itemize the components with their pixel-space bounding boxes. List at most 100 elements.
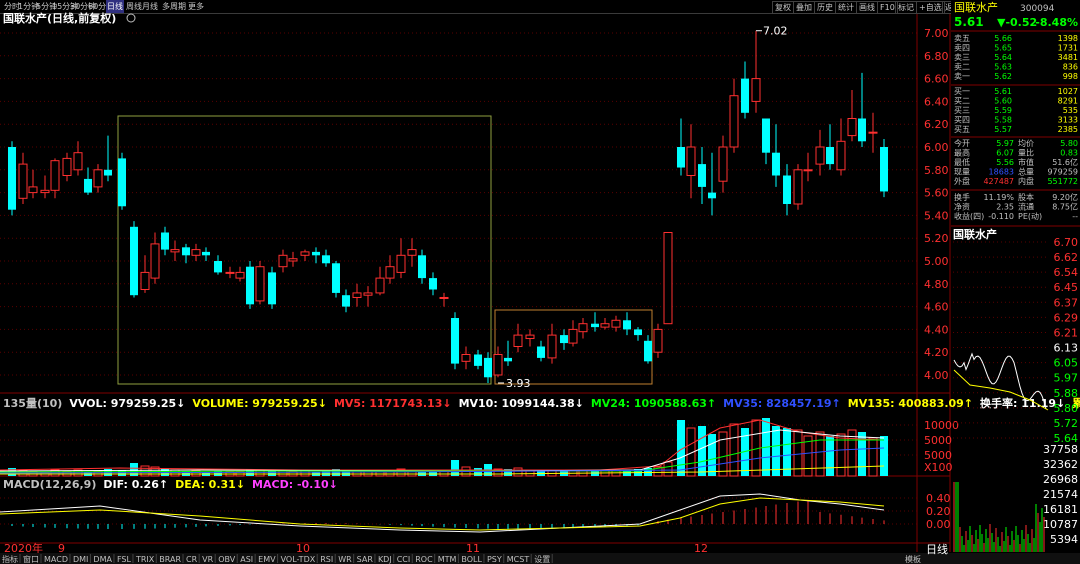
- candle-body: [611, 319, 621, 328]
- indicator-tab-15[interactable]: WR: [338, 555, 352, 564]
- candle-body: [255, 266, 265, 302]
- sell-price: 5.65: [994, 44, 1012, 53]
- sell-volume: 998: [1063, 72, 1078, 81]
- stat-value: 0.83: [1060, 149, 1078, 158]
- indicator-tab-20[interactable]: MTM: [438, 555, 457, 564]
- stat-label: 现量: [954, 168, 970, 177]
- indicator-tab-23[interactable]: MCST: [507, 555, 530, 564]
- candle-body: [352, 292, 362, 298]
- candle-body: [537, 346, 545, 358]
- indicator-tab-16[interactable]: SAR: [357, 555, 374, 564]
- indicator-tab-24[interactable]: 设置: [534, 554, 550, 564]
- indicator-tab-21[interactable]: BOLL: [461, 555, 482, 564]
- stat-label: 收益(四): [954, 211, 984, 221]
- indicator-tab-22[interactable]: PSY: [487, 555, 502, 564]
- indicator-tab-7[interactable]: BRAR: [159, 555, 181, 564]
- candle-body: [170, 249, 180, 253]
- stat-label: 量比: [1018, 148, 1034, 158]
- order-book-label: 卖二: [954, 63, 970, 72]
- mini-price-axis-label: 5.97: [1054, 372, 1079, 385]
- indicator-tab-19[interactable]: ROC: [415, 555, 433, 564]
- order-book-label: 买一: [954, 87, 970, 96]
- candle-body: [653, 328, 663, 353]
- template-button[interactable]: 模板: [905, 554, 921, 564]
- candle-body: [718, 146, 728, 182]
- volume-bar: [611, 470, 621, 477]
- candle-body: [130, 226, 138, 296]
- macd-indicator-value: MACD(12,26,9): [3, 478, 96, 491]
- indicator-tab-5[interactable]: FSL: [117, 555, 132, 564]
- buy-volume: 8291: [1058, 97, 1078, 106]
- candle-body: [342, 295, 350, 307]
- sell-price: 5.63: [994, 63, 1012, 72]
- price-axis-label: 5.80: [924, 164, 949, 177]
- indicator-tab-4[interactable]: DMA: [93, 555, 112, 564]
- volume-bar: [474, 468, 482, 476]
- stat-label: PE(动): [1018, 211, 1042, 221]
- candle-body: [161, 232, 169, 250]
- volume-bar: [868, 437, 878, 477]
- indicator-tab-2[interactable]: MACD: [44, 555, 68, 564]
- indicator-tab-17[interactable]: KDJ: [378, 555, 392, 564]
- sell-price: 5.64: [994, 53, 1012, 62]
- volume-indicator-value: VOLUME: 979259.25↓: [192, 397, 327, 410]
- candle-body: [461, 353, 471, 362]
- indicator-tab-8[interactable]: CR: [186, 555, 198, 564]
- mini-price-axis-label: 5.88: [1054, 387, 1079, 400]
- mini-price-axis-label: 6.62: [1054, 251, 1079, 264]
- candle-body: [429, 278, 437, 290]
- candle-body: [182, 247, 190, 256]
- candle-body: [118, 158, 126, 207]
- stock-name: 国联水产: [954, 0, 998, 14]
- mini-price-axis-label: 6.70: [1054, 236, 1079, 249]
- volume-bar: [815, 431, 825, 477]
- price-change: ▼-0.52: [997, 16, 1037, 29]
- candle-body: [385, 266, 395, 279]
- candle-body: [396, 254, 406, 273]
- candle-body: [708, 192, 716, 199]
- candle-body: [451, 318, 459, 364]
- candle-body: [783, 175, 791, 204]
- candle-body: [300, 251, 310, 256]
- indicator-tab-10[interactable]: OBV: [218, 555, 236, 564]
- candle-body: [634, 329, 642, 336]
- indicator-tab-12[interactable]: EMV: [258, 555, 276, 564]
- stat-value: 18683: [989, 168, 1014, 177]
- candle-body: [28, 186, 38, 194]
- macd-indicator-value: DIF: 0.26↑: [103, 478, 168, 491]
- volume-bar: [880, 436, 888, 476]
- mini-price-axis-label: 5.72: [1054, 417, 1079, 430]
- indicator-tab-1[interactable]: 窗口: [23, 554, 39, 564]
- buy-volume: 3133: [1058, 116, 1078, 125]
- candle-body: [600, 323, 610, 328]
- indicator-tab-0[interactable]: 指标: [2, 554, 18, 564]
- stat-label: 股本: [1018, 192, 1034, 202]
- stat-value: 979259: [1047, 168, 1078, 177]
- buy-price: 5.60: [994, 97, 1012, 106]
- indicator-tab-18[interactable]: CCI: [397, 555, 411, 564]
- indicator-tab-6[interactable]: TRIX: [135, 555, 155, 564]
- volume-indicator-value: MV10: 1099144.38↓: [459, 397, 584, 410]
- indicator-tab-11[interactable]: ASI: [240, 555, 253, 564]
- indicator-tab-9[interactable]: VR: [202, 555, 213, 564]
- candle-body: [50, 160, 60, 191]
- stat-label: 换手: [954, 192, 970, 202]
- order-book-label: 买四: [954, 116, 970, 125]
- macd-indicator-value: MACD: -0.10↓: [252, 478, 338, 491]
- price-axis-label: 5.00: [924, 255, 949, 268]
- candle-body: [623, 320, 631, 330]
- settings-icon[interactable]: [126, 13, 136, 23]
- stat-value: 9.20亿: [1052, 192, 1078, 202]
- volume-ma5-line: [0, 419, 885, 471]
- candle-body: [568, 328, 578, 344]
- high-label: 7.02: [763, 25, 788, 38]
- stat-value: 5.80: [1060, 139, 1078, 148]
- indicator-tab-3[interactable]: DMI: [73, 555, 88, 564]
- candle-body: [644, 340, 652, 362]
- indicator-tab-14[interactable]: RSI: [320, 555, 333, 564]
- indicator-tab-13[interactable]: VOL-TDX: [281, 555, 316, 564]
- candle-body: [312, 251, 320, 256]
- sell-volume: 1731: [1058, 44, 1078, 53]
- stat-value: -0.110: [988, 212, 1014, 221]
- stat-value: 5.56: [996, 158, 1014, 167]
